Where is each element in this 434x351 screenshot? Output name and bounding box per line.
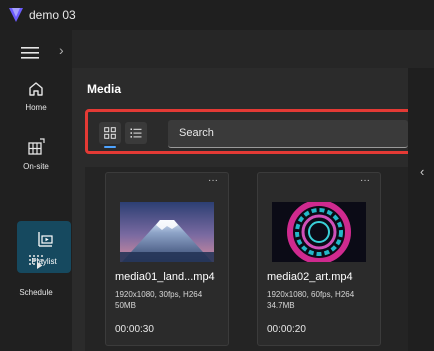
- more-options-icon[interactable]: ···: [360, 175, 370, 186]
- nav-label: On-site: [23, 162, 49, 171]
- grid-view-icon: [104, 127, 116, 139]
- media-thumbnail-mountain: [120, 202, 214, 262]
- media-duration: 00:00:30: [115, 324, 154, 335]
- home-icon: [29, 82, 43, 96]
- media-meta: 1920x1080, 30fps, H264 50MB: [115, 289, 230, 311]
- list-view-button[interactable]: [125, 122, 147, 144]
- nav-label: Home: [25, 103, 47, 112]
- media-duration: 00:00:20: [267, 324, 306, 335]
- media-grid: ··· media01_land...mp4 1920x1080, 30fps,…: [85, 167, 408, 351]
- nav-label: Schedule: [19, 288, 53, 297]
- hamburger-menu-icon[interactable]: [20, 46, 40, 60]
- media-panel: Media Search ··· media01_land...mp4 1920…: [72, 68, 414, 351]
- nav-item-home[interactable]: Home: [0, 80, 72, 136]
- grid-view-button[interactable]: [99, 122, 121, 144]
- panel-title: Media: [87, 82, 122, 96]
- app-logo-icon: [9, 8, 23, 22]
- media-card[interactable]: ··· media02_art.mp4 1920x1080, 60fps, H2…: [257, 172, 381, 346]
- schedule-icon: [29, 255, 43, 269]
- media-toolbar-highlight: Search: [85, 109, 414, 154]
- nav-item-schedule[interactable]: Schedule: [0, 252, 72, 308]
- onsite-icon: [28, 138, 45, 155]
- search-input[interactable]: Search: [168, 120, 408, 148]
- app-title: demo 03: [29, 8, 76, 22]
- media-meta: 1920x1080, 60fps, H264 34.7MB: [267, 289, 382, 311]
- nav-item-onsite[interactable]: On-site: [0, 138, 72, 194]
- search-placeholder: Search: [179, 127, 214, 139]
- media-thumbnail-art: [272, 202, 366, 262]
- media-meta-line: 1920x1080, 30fps, H264: [115, 290, 203, 299]
- title-bar: demo 03: [0, 0, 434, 30]
- chevron-right-icon[interactable]: ›: [59, 42, 64, 58]
- media-meta-line: 34.7MB: [267, 301, 295, 310]
- media-card[interactable]: ··· media01_land...mp4 1920x1080, 30fps,…: [105, 172, 229, 346]
- left-nav: › Home On-site Playlist Schedule: [0, 30, 72, 351]
- right-pane: ‹: [408, 68, 434, 351]
- list-view-icon: [130, 128, 142, 138]
- media-name: media01_land...mp4: [115, 271, 215, 283]
- top-strip: [72, 30, 434, 68]
- media-meta-line: 50MB: [115, 301, 136, 310]
- playlist-icon: [38, 232, 53, 247]
- active-view-indicator: [104, 146, 116, 148]
- chevron-left-icon[interactable]: ‹: [420, 164, 424, 179]
- media-name: media02_art.mp4: [267, 271, 353, 283]
- media-meta-line: 1920x1080, 60fps, H264: [267, 290, 355, 299]
- more-options-icon[interactable]: ···: [208, 175, 218, 186]
